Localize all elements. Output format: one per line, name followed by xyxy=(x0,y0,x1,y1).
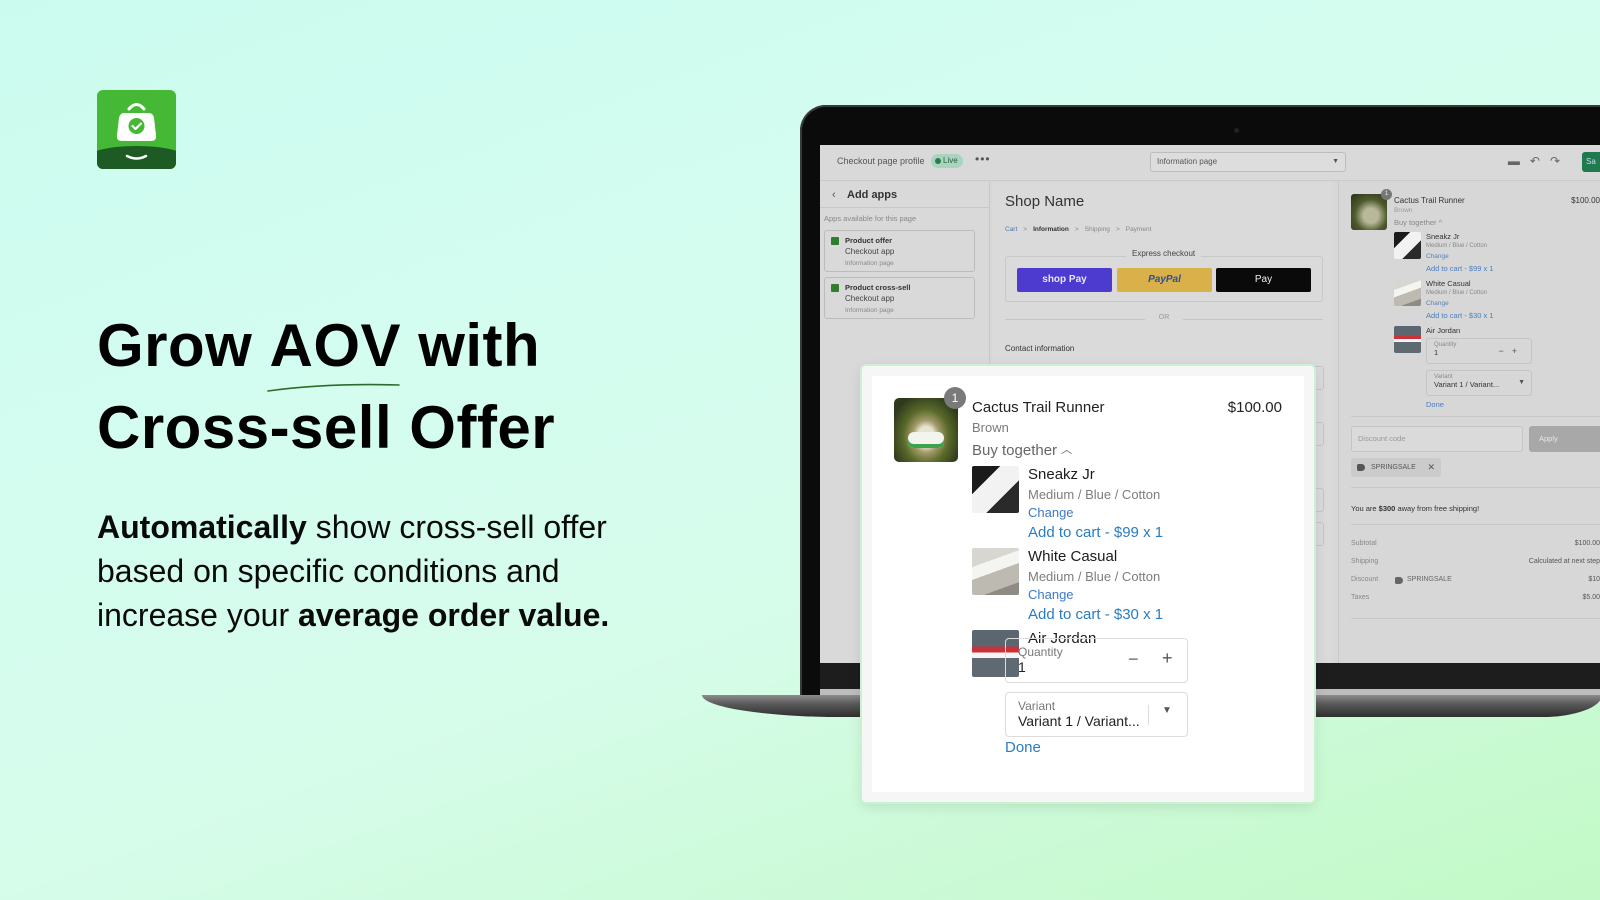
back-chevron-icon[interactable]: ‹ xyxy=(832,189,836,201)
paypal-button[interactable]: PayPal xyxy=(1117,268,1212,292)
divider xyxy=(1148,705,1149,725)
done-link[interactable]: Done xyxy=(1005,739,1041,756)
change-link[interactable]: Change xyxy=(1426,300,1449,307)
product-thumbnail xyxy=(1351,194,1387,230)
remove-tag-icon[interactable]: ✕ xyxy=(1427,458,1435,477)
contact-info-label: Contact information xyxy=(1005,344,1075,353)
shoe-graphic xyxy=(908,432,944,448)
page-select[interactable]: Information page ▼ xyxy=(1150,152,1346,172)
item-variant: Medium / Blue / Cotton xyxy=(1028,487,1161,502)
caret-down-icon: ▼ xyxy=(1332,158,1339,165)
desktop-preview-icon[interactable]: ▬ xyxy=(1508,154,1520,168)
headline-line-1: Grow AOV with xyxy=(97,305,555,392)
decrement-button[interactable]: − xyxy=(1128,649,1139,670)
product-name: Cactus Trail Runner xyxy=(972,399,1105,416)
item-variant: Medium / Blue / Cotton xyxy=(1028,569,1161,584)
product-color: Brown xyxy=(1394,207,1413,214)
more-options-button[interactable]: ••• xyxy=(975,152,991,166)
save-button[interactable]: Sa xyxy=(1582,152,1600,172)
product-price: $100.00 xyxy=(1227,399,1282,416)
change-link[interactable]: Change xyxy=(1426,253,1449,260)
add-to-cart-link[interactable]: Add to cart - $30 x 1 xyxy=(1426,311,1494,320)
caret-down-icon: ▼ xyxy=(1162,705,1172,716)
headline: Grow AOV with Cross-sell Offer xyxy=(97,305,555,469)
stepper-controls[interactable]: −+ xyxy=(1498,346,1525,356)
divider xyxy=(1351,487,1600,488)
change-link[interactable]: Change xyxy=(1028,587,1074,602)
app-icon xyxy=(831,237,839,245)
item-image xyxy=(972,466,1019,513)
item-image xyxy=(972,548,1019,595)
breadcrumb-cart[interactable]: Cart xyxy=(1005,226,1017,233)
order-summary: 1 Cactus Trail Runner $100.00 Brown Buy … xyxy=(1338,182,1600,663)
subheading: Automatically show cross-sell offer base… xyxy=(97,509,610,633)
profile-label: Checkout page profile xyxy=(837,156,925,166)
item-image xyxy=(1394,232,1421,259)
shop-pay-button[interactable]: shop Pay xyxy=(1017,268,1112,292)
or-divider: OR xyxy=(1005,314,1323,324)
item-image xyxy=(1394,279,1421,306)
change-link[interactable]: Change xyxy=(1028,505,1074,520)
discount-code-input[interactable]: Discount code xyxy=(1351,426,1523,452)
variant-select[interactable]: Variant Variant 1 / Variant... ▼ xyxy=(1005,692,1188,737)
shopping-bag-check-icon xyxy=(116,103,157,160)
add-to-cart-link[interactable]: Add to cart - $99 x 1 xyxy=(1426,264,1494,273)
chevron-up-icon: ︿ xyxy=(1061,444,1073,456)
quantity-stepper[interactable]: Quantity 1 −+ xyxy=(1426,338,1532,364)
apply-button[interactable]: Apply xyxy=(1529,426,1600,452)
item-name: Sneakz Jr xyxy=(1028,466,1095,483)
breadcrumb-information: Information xyxy=(1033,226,1069,233)
quantity-badge: 1 xyxy=(1381,189,1392,200)
app-logo xyxy=(97,90,176,169)
divider xyxy=(1351,524,1600,525)
quantity-badge: 1 xyxy=(944,387,966,409)
buy-together-toggle[interactable]: Buy together ︿ xyxy=(972,442,1072,459)
redo-icon[interactable]: ↷ xyxy=(1550,154,1560,168)
hand-drawn-underline xyxy=(266,383,400,392)
product-thumbnail xyxy=(894,398,958,462)
discount-tag: SPRINGSALE ✕ xyxy=(1351,458,1441,477)
divider xyxy=(1351,618,1600,619)
free-shipping-message: You are $300 away from free shipping! xyxy=(1351,504,1480,513)
summary-row-subtotal: Subtotal $100.00 xyxy=(1351,540,1600,547)
quantity-stepper[interactable]: Quantity 1 − + xyxy=(1005,638,1188,683)
shop-name: Shop Name xyxy=(1005,193,1085,210)
app-card-product-offer[interactable]: Product offer Checkout app Information p… xyxy=(824,230,975,272)
done-link[interactable]: Done xyxy=(1426,400,1444,409)
increment-button[interactable]: + xyxy=(1162,648,1173,669)
item-image xyxy=(1394,326,1421,353)
breadcrumb: Cart > Information > Shipping > Payment xyxy=(1005,226,1152,233)
summary-row-discount: Discount SPRINGSALE $10 xyxy=(1351,576,1600,584)
summary-row-taxes: Taxes $5.00 xyxy=(1351,594,1600,601)
app-card-product-cross-sell[interactable]: Product cross-sell Checkout app Informat… xyxy=(824,277,975,319)
add-to-cart-link[interactable]: Add to cart - $30 x 1 xyxy=(1028,606,1163,623)
sidebar-title: Add apps xyxy=(847,189,898,201)
product-color: Brown xyxy=(972,420,1009,435)
product-price: $100.00 xyxy=(1571,196,1600,205)
express-checkout: Express checkout shop Pay PayPal Pay xyxy=(1005,249,1323,302)
app-icon xyxy=(831,284,839,292)
headline-line-2: Cross-sell Offer xyxy=(97,394,556,461)
toolbar-icons: ▬ ↶ ↷ xyxy=(1508,154,1560,168)
breadcrumb-shipping: Shipping xyxy=(1084,226,1110,233)
item-name: White Casual xyxy=(1028,548,1118,565)
laptop-camera xyxy=(1234,128,1239,133)
caret-down-icon: ▼ xyxy=(1518,379,1525,386)
product-name: Cactus Trail Runner xyxy=(1394,196,1465,205)
undo-icon[interactable]: ↶ xyxy=(1530,154,1540,168)
status-badge: Live xyxy=(931,154,963,168)
apple-pay-button[interactable]: Pay xyxy=(1216,268,1311,292)
divider xyxy=(820,207,989,208)
divider xyxy=(1351,416,1600,417)
variant-select[interactable]: Variant Variant 1 / Variant... ▼ xyxy=(1426,370,1532,396)
summary-row-shipping: Shipping Calculated at next step xyxy=(1351,558,1600,565)
discount-code-badge: SPRINGSALE xyxy=(1395,576,1452,584)
sidebar-hint: Apps available for this page xyxy=(824,214,917,223)
buy-together-toggle[interactable]: Buy together ^ xyxy=(1394,218,1442,227)
breadcrumb-payment: Payment xyxy=(1125,226,1152,233)
headline-emphasis: AOV xyxy=(266,305,402,392)
editor-topbar: Checkout page profile Live ••• Informati… xyxy=(820,145,1600,181)
add-to-cart-link[interactable]: Add to cart - $99 x 1 xyxy=(1028,524,1163,541)
